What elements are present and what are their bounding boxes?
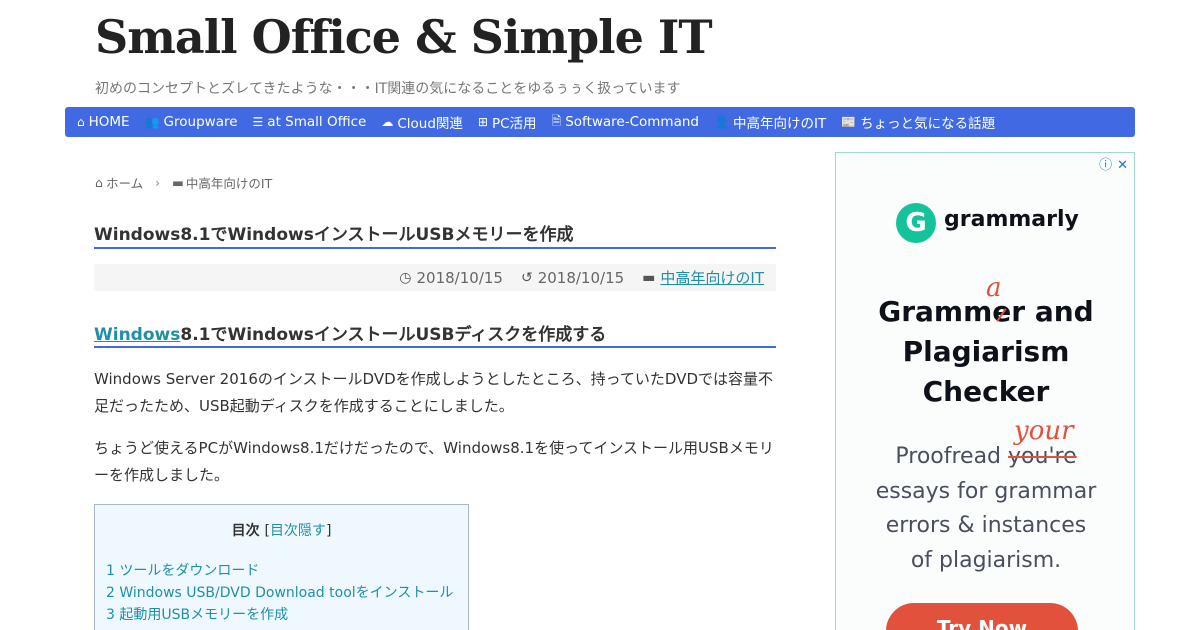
grammarly-logo-icon: G <box>896 203 936 243</box>
ad-headline-struck: e <box>992 292 1011 332</box>
clock-icon: ◷ <box>399 269 412 286</box>
ad-body-part: Proofread <box>895 444 1009 469</box>
toc-list: 1 ツールをダウンロード 2 Windows USB/DVD Download … <box>95 560 468 626</box>
cloud-icon: ☁ <box>381 115 394 129</box>
ad-body-line: of plagiarism. <box>910 548 1062 573</box>
history-icon: ↺ <box>520 269 533 286</box>
ad-brand: grammarly <box>944 207 1079 232</box>
nav-item-topics[interactable]: 📰 ちょっと気になる話題 <box>841 112 995 132</box>
ad-info-icon[interactable]: ⓘ <box>1099 158 1112 173</box>
nav-item-label: 中高年向けのIT <box>732 116 827 132</box>
ad-controls: ⓘ ✕ <box>1094 154 1128 173</box>
section-heading-text: 8.1でWindowsインストールUSBディスクを作成する <box>180 325 607 345</box>
nav-item-cloud[interactable]: ☁ Cloud関連 <box>381 112 463 132</box>
toc-title: 目次 <box>231 523 260 539</box>
section-heading: Windows8.1でWindowsインストールUSBディスクを作成する <box>94 320 776 348</box>
nav-item-home[interactable]: ⌂ HOME <box>77 114 130 130</box>
toc-item[interactable]: 2 Windows USB/DVD Download toolをインストール <box>106 582 468 604</box>
server-icon: ☰ <box>252 115 264 129</box>
toc-header: 目次 [目次隠す] <box>95 520 468 540</box>
site-title[interactable]: Small Office & Simple IT <box>95 10 713 64</box>
updated-date-value: 2018/10/15 <box>537 268 625 287</box>
post-meta: ◷ 2018/10/15 ↺ 2018/10/15 ▬ 中高年向けのIT <box>94 264 776 291</box>
paragraph-context: ちょうど使えるPCがWindows8.1だけだったので、Windows8.1を使… <box>94 439 774 484</box>
ad-body-line: errors & instances <box>885 513 1087 538</box>
toc-bracket-close: ] <box>325 523 332 539</box>
ad-headline-part: Gramm <box>878 295 993 328</box>
home-icon: ⌂ <box>95 175 103 190</box>
toc-toggle[interactable]: 目次隠す <box>270 523 326 539</box>
nav-item-label: Groupware <box>163 114 238 130</box>
post-title: Windows8.1でWindowsインストールUSBメモリーを作成 <box>94 220 776 249</box>
updated-date: ↺ 2018/10/15 <box>521 269 624 287</box>
folder-icon: ▬ <box>172 175 184 190</box>
nav-item-small-office[interactable]: ☰ at Small Office <box>253 114 367 130</box>
table-of-contents: 目次 [目次隠す] 1 ツールをダウンロード 2 Windows USB/DVD… <box>94 504 469 630</box>
advertisement[interactable]: ⓘ ✕ G grammarly a Grammer and Plagiarism … <box>835 152 1135 630</box>
nav-item-label: PC活用 <box>491 116 537 132</box>
ad-headline-line: Plagiarism <box>902 335 1070 368</box>
ad-headline-part: r and <box>1011 295 1094 328</box>
user-icon: 👤 <box>714 115 729 129</box>
published-date-value: 2018/10/15 <box>416 268 503 287</box>
nav-item-groupware[interactable]: 👥 Groupware <box>145 114 238 130</box>
ad-body-struck: you're <box>1008 444 1077 469</box>
ad-body-line: essays for grammar <box>875 479 1097 504</box>
chevron-right-icon: › <box>155 175 161 190</box>
nav-item-label: Cloud関連 <box>397 116 463 132</box>
ad-close-icon[interactable]: ✕ <box>1117 158 1128 173</box>
toc-item[interactable]: 3 起動用USBメモリーを作成 <box>106 604 468 626</box>
windows-link[interactable]: Windows <box>94 325 180 345</box>
nav-item-senior-it[interactable]: 👤 中高年向けのIT <box>714 112 826 132</box>
folder-icon: ▬ <box>642 269 656 286</box>
post-category-link[interactable]: 中高年向けのIT <box>660 267 764 288</box>
nav-item-pc[interactable]: ⊞ PC活用 <box>478 112 537 132</box>
nav-item-label: ちょっと気になる話題 <box>860 116 996 132</box>
nav-item-label: HOME <box>88 114 130 130</box>
newspaper-icon: 📰 <box>841 115 857 129</box>
published-date: ◷ 2018/10/15 <box>399 269 503 287</box>
nav-item-label: at Small Office <box>267 114 367 130</box>
users-icon: 👥 <box>144 115 160 129</box>
ad-body-line: Proofread you're <box>836 440 1134 474</box>
paragraph-intro: Windows Server 2016のインストールDVDを作成しようとしたとこ… <box>94 370 774 415</box>
windows-icon: ⊞ <box>477 115 488 129</box>
breadcrumb: ⌂ ホーム › ▬ 中高年向けのIT <box>95 173 272 192</box>
ad-headline-line: Grammer and <box>836 292 1134 332</box>
main-navigation: ⌂ HOME 👥 Groupware ☰ at Small Office ☁ Cloud… <box>65 107 1135 137</box>
home-icon: ⌂ <box>77 115 85 129</box>
breadcrumb-home[interactable]: ホーム <box>106 173 143 192</box>
breadcrumb-category[interactable]: 中高年向けのIT <box>186 173 272 192</box>
ad-try-now-button[interactable]: Try Now <box>886 603 1078 630</box>
post-category: ▬ 中高年向けのIT <box>642 267 764 288</box>
ad-headline-line: Checker <box>922 375 1050 408</box>
nav-item-label: Software-Command <box>565 114 699 130</box>
nav-item-software[interactable]: 🗎 Software-Command <box>552 112 699 133</box>
toc-item[interactable]: 1 ツールをダウンロード <box>106 560 468 582</box>
site-tagline: 初めのコンセプトとズレてきたような・・・IT関連の気になることをゆるぅぅく扱って… <box>95 81 681 97</box>
file-icon: 🗎 <box>551 113 562 128</box>
